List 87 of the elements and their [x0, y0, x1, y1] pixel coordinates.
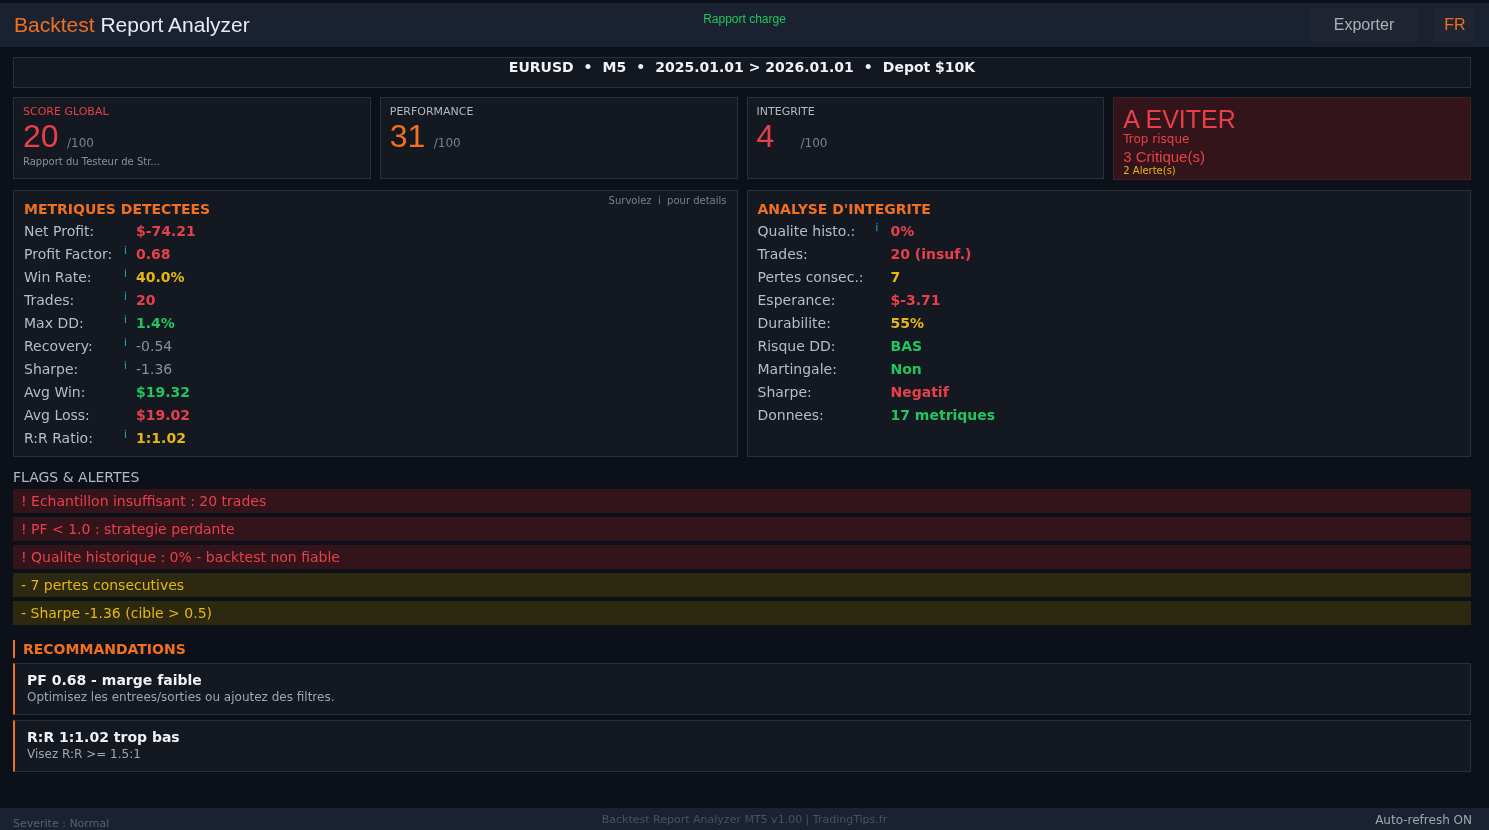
score-label: SCORE GLOBAL [23, 105, 110, 118]
score-max: /100 [433, 136, 461, 150]
warning-flag: - Sharpe -1.36 (cible > 0.5) [13, 601, 1471, 625]
metric-label: Avg Loss: [24, 406, 91, 423]
info-item: 2025.01.01 > 2026.01.01 [655, 58, 854, 76]
score-value: 20 [23, 119, 59, 153]
metric-value: $-3.71 [890, 291, 942, 308]
alert-count: 2 Alerte(s) [1123, 165, 1176, 176]
export-button[interactable]: Exporter [1311, 8, 1417, 42]
score-label: INTEGRITE [756, 105, 816, 118]
verdict-subtitle: Trop risque [1123, 132, 1191, 146]
metric-value: Negatif [890, 383, 950, 400]
info-icon[interactable]: i [124, 337, 136, 348]
score-max: /100 [67, 136, 94, 150]
metric-label: Martingale: [757, 360, 838, 377]
critical-count: 3 Critique(s) [1123, 149, 1206, 165]
metric-value: -1.36 [136, 360, 174, 377]
score-value: 31 [389, 119, 426, 153]
panel-title: METRIQUES DETECTEES [24, 201, 211, 217]
metric-label: Avg Win: [24, 383, 87, 400]
score-value: 4 [756, 119, 776, 153]
metric-label: Max DD: [24, 314, 85, 331]
metric-value: $-74.21 [136, 222, 197, 239]
info-icon[interactable]: i [124, 360, 136, 371]
metric-label: Net Profit: [24, 222, 96, 239]
metric-label: Trades: [24, 291, 76, 308]
metric-value: 20 [136, 291, 157, 308]
metric-label: Trades: [757, 245, 809, 262]
metric-label: Sharpe: [24, 360, 80, 377]
metric-value: 1.4% [136, 314, 176, 331]
metric-label: R:R Ratio: [24, 429, 94, 446]
info-icon[interactable]: i [124, 245, 136, 256]
status-message: Rapport charge [703, 12, 786, 26]
critical-flag: ! Echantillon insuffisant : 20 trades [13, 489, 1471, 513]
metric-value: $19.32 [136, 383, 192, 400]
info-item: Depot $10K [882, 58, 976, 76]
recommendation-title: R:R 1:1.02 trop bas [27, 729, 181, 746]
separator-dot: • [583, 58, 593, 76]
info-icon[interactable]: i [124, 429, 136, 440]
info-icon[interactable]: i [124, 268, 136, 279]
hover-hint: Survolez i pour details [608, 195, 727, 206]
info-icon[interactable]: i [124, 291, 136, 302]
info-item: EURUSD [508, 58, 574, 76]
metric-value: 0% [890, 222, 916, 239]
metric-value: BAS [890, 337, 924, 354]
info-icon[interactable]: i [875, 222, 891, 233]
metric-value: 7 [890, 268, 902, 285]
metric-label: Qualite histo.: [757, 222, 857, 239]
auto-refresh-status: Auto-refresh ON [1375, 813, 1472, 829]
recommendation-title: PF 0.68 - marge faible [27, 672, 203, 689]
verdict-title: A EVITER [1123, 107, 1237, 132]
language-button[interactable]: FR [1435, 8, 1475, 42]
metric-value: Non [890, 360, 923, 377]
info-item: M5 [602, 58, 627, 76]
metric-value: 40.0% [136, 268, 186, 285]
separator-dot: • [863, 58, 873, 76]
score-note: Rapport du Testeur de Str... [23, 156, 161, 167]
score-label: PERFORMANCE [389, 105, 475, 118]
metric-label: Profit Factor: [24, 245, 114, 262]
metric-label: Win Rate: [24, 268, 93, 285]
metric-label: Pertes consec.: [757, 268, 865, 285]
metric-value: -0.54 [136, 337, 174, 354]
metric-value: 17 metriques [890, 406, 997, 423]
warning-flag: - 7 pertes consecutives [13, 573, 1471, 597]
section-title: RECOMMANDATIONS [13, 640, 1471, 658]
metric-label: Risque DD: [757, 337, 837, 354]
info-icon[interactable]: i [124, 314, 136, 325]
metric-value: 20 (insuf.) [890, 245, 973, 262]
metric-value: 55% [890, 314, 925, 331]
metric-value: 0.68 [136, 245, 172, 262]
metric-label: Durabilite: [757, 314, 832, 331]
critical-flag: ! Qualite historique : 0% - backtest non fiable [13, 545, 1471, 569]
metric-label: Recovery: [24, 337, 94, 354]
separator-dot: • [636, 58, 646, 76]
section-title: FLAGS & ALERTES [13, 469, 141, 486]
recommendation-detail: Visez R:R >= 1.5:1 [27, 746, 142, 762]
panel-title: ANALYSE D'INTEGRITE [757, 201, 931, 217]
recommendation-detail: Optimisez les entrees/sorties ou ajoutez des filtres. [27, 689, 336, 705]
critical-flag: ! PF < 1.0 : strategie perdante [13, 517, 1471, 541]
app-title: Backtest Report Analyzer [14, 13, 250, 37]
metric-value: 1:1.02 [136, 429, 187, 446]
metric-label: Sharpe: [757, 383, 813, 400]
metric-label: Esperance: [757, 291, 837, 308]
score-max: /100 [800, 136, 828, 150]
metric-label: Donnees: [757, 406, 825, 423]
metric-value: $19.02 [136, 406, 192, 423]
severity-text: Severite : Normal [13, 818, 110, 830]
